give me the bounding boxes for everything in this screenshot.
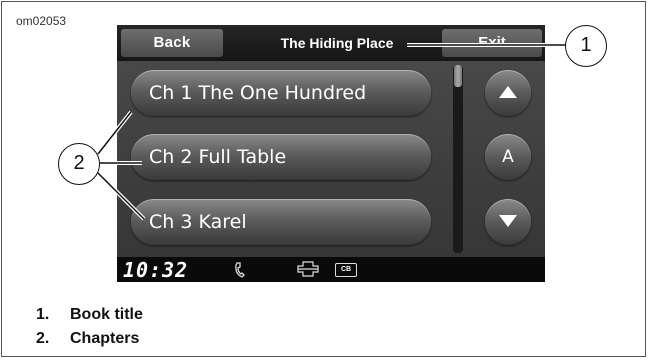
top-bar: Back The Hiding Place Exit (117, 25, 545, 61)
chapter-item[interactable]: Ch 1 The One Hundred (131, 70, 431, 116)
triangle-up-icon (499, 86, 517, 98)
side-controls: A (471, 61, 545, 257)
book-title: The Hiding Place (280, 35, 394, 51)
chapter-list: Ch 1 The One Hundred Ch 2 Full Table Ch … (117, 61, 451, 257)
legend-label: Book title (70, 306, 143, 323)
legend: 1. Book title 2. Chapters (36, 303, 143, 351)
scrollbar[interactable] (453, 65, 463, 253)
scroll-up-button[interactable] (485, 70, 531, 116)
callout-1: 1 (565, 25, 607, 67)
legend-label: Chapters (70, 330, 140, 347)
cb-badge: CB (335, 263, 357, 277)
letter-label: A (502, 147, 514, 167)
triangle-down-icon (499, 215, 517, 227)
chapter-item[interactable]: Ch 3 Karel (131, 199, 431, 245)
phone-icon (235, 262, 245, 278)
clock: 10:32 (123, 258, 189, 282)
chapter-item[interactable]: Ch 2 Full Table (131, 134, 431, 180)
legend-item: 1. Book title (36, 303, 143, 327)
device-screen: Back The Hiding Place Exit Ch 1 The One … (117, 25, 545, 282)
harley-logo-icon (297, 261, 319, 277)
exit-button[interactable]: Exit (442, 29, 542, 57)
scrollbar-thumb[interactable] (454, 65, 462, 87)
back-button[interactable]: Back (121, 29, 223, 57)
scroll-down-button[interactable] (485, 199, 531, 245)
legend-number: 2. (36, 330, 50, 347)
figure-id: om02053 (16, 14, 67, 28)
callout-2: 2 (58, 143, 100, 185)
status-bar: 10:32 CB (117, 257, 545, 282)
letter-jump-button[interactable]: A (485, 134, 531, 180)
legend-item: 2. Chapters (36, 327, 143, 351)
legend-number: 1. (36, 306, 50, 323)
